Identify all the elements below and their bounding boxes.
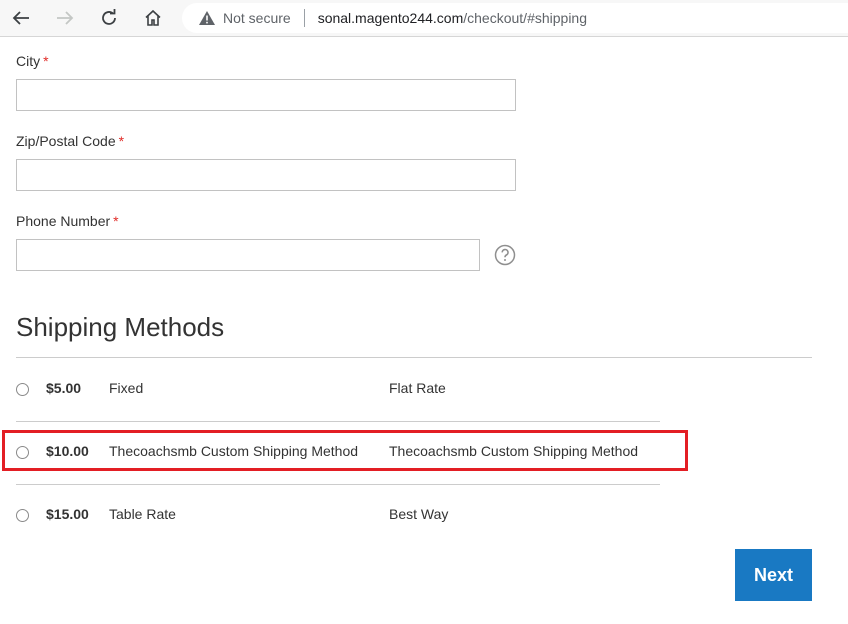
method-title: Fixed <box>109 380 144 396</box>
address-bar[interactable]: Not secure sonal.magento244.com/checkout… <box>182 3 848 33</box>
shipping-methods-title: Shipping Methods <box>16 312 225 342</box>
phone-input[interactable] <box>16 239 480 271</box>
phone-label-text: Phone Number <box>16 213 111 229</box>
not-secure-label: Not secure <box>223 10 291 26</box>
method-price: $5.00 <box>46 380 82 396</box>
home-icon <box>145 9 161 26</box>
forward-button[interactable] <box>50 4 80 32</box>
reload-button[interactable] <box>94 4 124 32</box>
url-separator <box>303 9 305 27</box>
required-mark: * <box>113 213 119 229</box>
row-divider <box>16 421 660 422</box>
next-button[interactable]: Next <box>735 549 812 601</box>
section-divider <box>16 357 812 358</box>
phone-label: Phone Number * <box>16 213 119 229</box>
zip-label: Zip/Postal Code * <box>16 133 124 149</box>
required-mark: * <box>118 133 125 149</box>
highlight-annotation-box <box>2 430 688 471</box>
carrier-title: Best Way <box>389 506 449 522</box>
browser-toolbar: Not secure sonal.magento244.com/checkout… <box>0 0 848 37</box>
shipping-method-row[interactable]: $15.00 Table Rate Best Way <box>16 495 660 535</box>
shipping-method-row[interactable]: $5.00 Fixed Flat Rate <box>16 369 660 409</box>
back-arrow-icon <box>12 11 29 25</box>
shipping-radio[interactable] <box>16 383 29 396</box>
method-price: $15.00 <box>46 506 89 522</box>
row-divider <box>16 484 660 485</box>
url-path: /checkout/#shipping <box>463 10 588 26</box>
method-title: Table Rate <box>109 506 176 522</box>
zip-label-text: Zip/Postal Code <box>16 133 116 149</box>
city-label: City * <box>16 53 49 69</box>
url-host: sonal.magento244.com <box>317 10 464 26</box>
warning-icon <box>199 11 215 25</box>
shipping-radio[interactable] <box>16 509 29 522</box>
zip-input[interactable] <box>16 159 516 191</box>
city-label-text: City <box>16 53 41 69</box>
carrier-title: Flat Rate <box>389 380 446 396</box>
reload-icon <box>102 9 116 25</box>
back-button[interactable] <box>6 4 36 32</box>
help-question-icon[interactable] <box>494 244 516 266</box>
forward-arrow-icon <box>57 11 74 25</box>
home-button[interactable] <box>138 4 168 32</box>
city-input[interactable] <box>16 79 516 111</box>
required-mark: * <box>43 53 49 69</box>
